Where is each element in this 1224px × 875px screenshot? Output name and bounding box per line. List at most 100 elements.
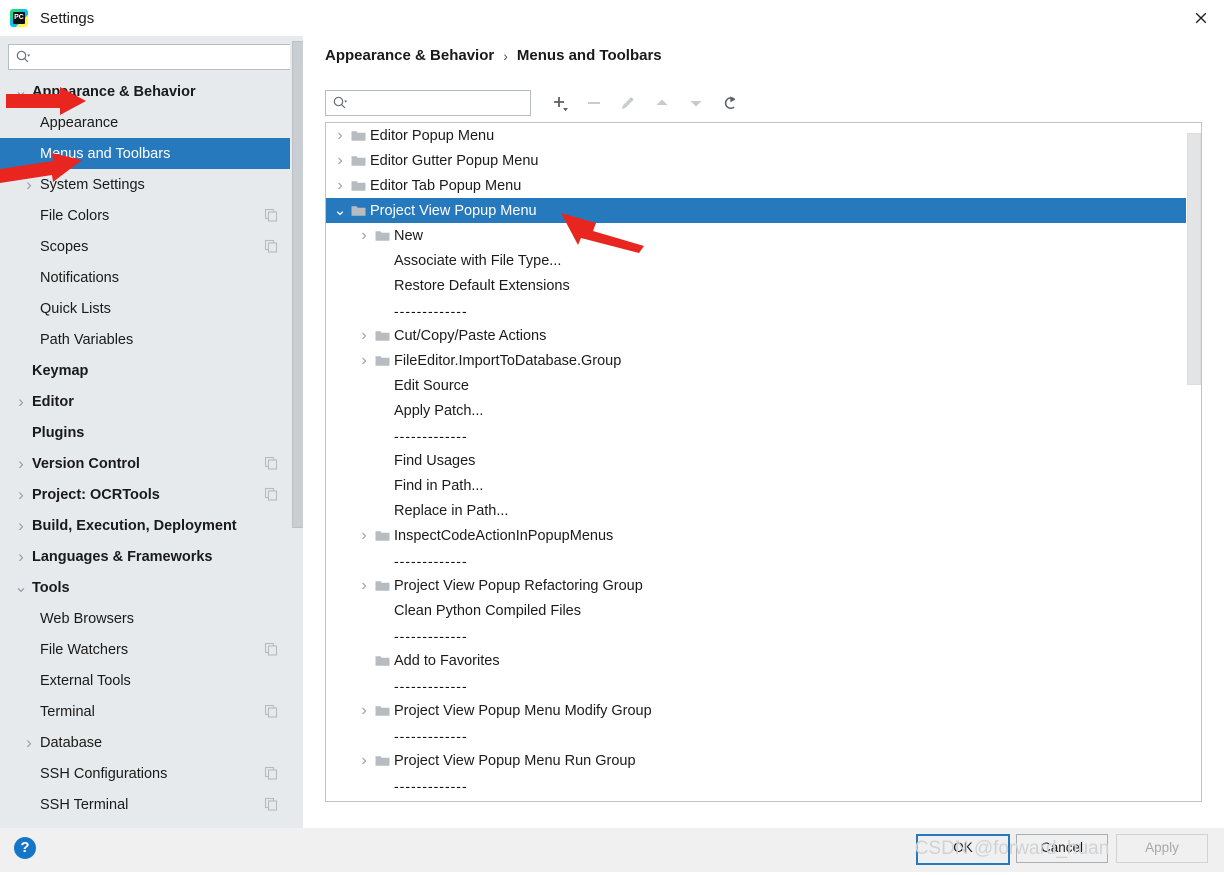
tree-row-cut-copy-paste-actions[interactable]: › Cut/Copy/Paste Actions — [326, 323, 1188, 348]
chevron-right-icon[interactable]: › — [356, 748, 372, 773]
copy-settings-icon — [264, 797, 278, 811]
tree-row-editor-popup-menu[interactable]: › Editor Popup Menu — [326, 123, 1188, 148]
sidebar-item-appearance[interactable]: Appearance — [0, 107, 290, 138]
tree-separator-row[interactable]: ------------- — [326, 298, 1188, 323]
sidebar-item-file-watchers[interactable]: File Watchers — [0, 634, 290, 665]
folder-icon — [350, 198, 366, 223]
chevron-down-icon[interactable]: ⌄ — [332, 198, 348, 223]
sidebar-item-web-browsers[interactable]: Web Browsers — [0, 603, 290, 634]
tree-row-find-in-path[interactable]: Find in Path... — [326, 473, 1188, 498]
sidebar-item-label: Keymap — [32, 362, 89, 379]
tree-row-associate-with-file-type[interactable]: Associate with File Type... — [326, 248, 1188, 273]
chevron-right-icon[interactable]: › — [332, 123, 348, 148]
tree-row-project-view-popup-menu-modify-group[interactable]: › Project View Popup Menu Modify Group — [326, 698, 1188, 723]
sidebar-item-terminal[interactable]: Terminal — [0, 696, 290, 727]
sidebar-item-external-tools[interactable]: External Tools — [0, 665, 290, 696]
sidebar-item-quick-lists[interactable]: Quick Lists — [0, 293, 290, 324]
tree-row-project-view-popup-menu-run-group[interactable]: › Project View Popup Menu Run Group — [326, 748, 1188, 773]
tree-row-find-usages[interactable]: Find Usages — [326, 448, 1188, 473]
tree-row-project-view-popup-menu[interactable]: ⌄ Project View Popup Menu — [326, 198, 1188, 223]
sidebar-item-label: Editor — [32, 393, 74, 410]
sidebar-item-project-ocrtools[interactable]: › Project: OCRTools — [0, 479, 290, 510]
sidebar-item-label: File Colors — [40, 207, 110, 224]
tree-row-inspectcodeactioninpopupmenus[interactable]: › InspectCodeActionInPopupMenus — [326, 523, 1188, 548]
tree-row-label: Editor Gutter Popup Menu — [370, 152, 539, 169]
tree-separator-row[interactable]: ------------- — [326, 773, 1188, 798]
tree-row-project-view-popup-refactoring-group[interactable]: › Project View Popup Refactoring Group — [326, 573, 1188, 598]
sidebar-item-database[interactable]: › Database — [0, 727, 290, 758]
sidebar-item-build-execution-deployment[interactable]: › Build, Execution, Deployment — [0, 510, 290, 541]
sidebar-item-plugins[interactable]: Plugins — [0, 417, 290, 448]
add-button[interactable] — [545, 89, 575, 117]
chevron-right-icon[interactable]: › — [14, 541, 28, 572]
sidebar-item-tools[interactable]: ⌄ Tools — [0, 572, 290, 603]
chevron-right-icon[interactable]: › — [356, 523, 372, 548]
cancel-button[interactable]: Cancel — [1016, 834, 1108, 863]
tree-row-label: Project View Popup Menu — [370, 202, 537, 219]
tree-row-editor-gutter-popup-menu[interactable]: › Editor Gutter Popup Menu — [326, 148, 1188, 173]
sidebar-item-system-settings[interactable]: › System Settings — [0, 169, 290, 200]
sidebar-item-editor[interactable]: › Editor — [0, 386, 290, 417]
sidebar-item-languages-frameworks[interactable]: › Languages & Frameworks — [0, 541, 290, 572]
close-icon[interactable] — [1178, 0, 1224, 36]
sidebar-item-notifications[interactable]: Notifications — [0, 262, 290, 293]
tree-scrollbar[interactable] — [1186, 124, 1201, 801]
tree-search-input[interactable] — [348, 93, 532, 113]
sidebar-item-menus-and-toolbars[interactable]: Menus and Toolbars — [0, 138, 290, 169]
tree-search-field[interactable] — [325, 90, 532, 116]
sidebar-item-keymap[interactable]: Keymap — [0, 355, 290, 386]
sidebar-item-file-colors[interactable]: File Colors — [0, 200, 290, 231]
sidebar-item-scopes[interactable]: Scopes — [0, 231, 290, 262]
menus-tree: › Editor Popup Menu › Editor Gutter Popup M… — [326, 123, 1188, 801]
sidebar-item-ssh-terminal[interactable]: SSH Terminal — [0, 789, 290, 820]
chevron-right-icon[interactable]: › — [14, 386, 28, 417]
chevron-right-icon[interactable]: › — [356, 698, 372, 723]
tree-row-editor-tab-popup-menu[interactable]: › Editor Tab Popup Menu — [326, 173, 1188, 198]
sidebar-scrollbar-thumb[interactable] — [292, 41, 303, 528]
sidebar-item-appearance-behavior[interactable]: ⌄ Appearance & Behavior — [0, 76, 290, 107]
sidebar-item-label: File Watchers — [40, 641, 129, 658]
tree-row-fileeditor-importtodatabase-group[interactable]: › FileEditor.ImportToDatabase.Group — [326, 348, 1188, 373]
tree-row-add-to-favorites[interactable]: Add to Favorites — [326, 648, 1188, 673]
chevron-right-icon[interactable]: › — [22, 727, 36, 758]
tree-scrollbar-thumb[interactable] — [1187, 133, 1201, 385]
chevron-right-icon[interactable]: › — [14, 510, 28, 541]
chevron-right-icon[interactable]: › — [356, 223, 372, 248]
tree-separator-row[interactable]: ------------- — [326, 673, 1188, 698]
sidebar-item-version-control[interactable]: › Version Control — [0, 448, 290, 479]
tree-row-replace-in-path[interactable]: Replace in Path... — [326, 498, 1188, 523]
chevron-right-icon[interactable]: › — [332, 148, 348, 173]
chevron-right-icon[interactable]: › — [356, 323, 372, 348]
help-button[interactable]: ? — [14, 837, 36, 859]
chevron-right-icon[interactable]: › — [22, 169, 36, 200]
ok-button[interactable]: OK — [916, 834, 1010, 865]
chevron-right-icon[interactable]: › — [332, 173, 348, 198]
chevron-down-icon[interactable]: ⌄ — [14, 572, 28, 603]
sidebar-item-path-variables[interactable]: Path Variables — [0, 324, 290, 355]
search-input[interactable] — [31, 47, 294, 67]
chevron-right-icon[interactable]: › — [356, 348, 372, 373]
tree-separator-label: ------------- — [394, 552, 468, 569]
breadcrumb-parent[interactable]: Appearance & Behavior — [325, 47, 494, 64]
tree-row-apply-patch[interactable]: Apply Patch... — [326, 398, 1188, 423]
folder-icon — [374, 698, 390, 723]
tree-row-new[interactable]: › New — [326, 223, 1188, 248]
sidebar-scrollbar[interactable] — [290, 36, 303, 828]
tree-separator-row[interactable]: ------------- — [326, 723, 1188, 748]
chevron-down-icon[interactable]: ⌄ — [14, 76, 28, 107]
chevron-right-icon[interactable]: › — [14, 479, 28, 510]
tree-separator-row[interactable]: ------------- — [326, 423, 1188, 448]
tree-row-label: Editor Tab Popup Menu — [370, 177, 522, 194]
tree-separator-row[interactable]: ------------- — [326, 623, 1188, 648]
chevron-right-icon[interactable]: › — [356, 573, 372, 598]
sidebar-search-wrapper — [0, 36, 303, 76]
tree-row-edit-source[interactable]: Edit Source — [326, 373, 1188, 398]
pycharm-icon: PC — [10, 9, 28, 27]
tree-separator-row[interactable]: ------------- — [326, 548, 1188, 573]
sidebar-item-ssh-configurations[interactable]: SSH Configurations — [0, 758, 290, 789]
tree-row-clean-python-compiled-files[interactable]: Clean Python Compiled Files — [326, 598, 1188, 623]
tree-row-restore-default-extensions[interactable]: Restore Default Extensions — [326, 273, 1188, 298]
revert-icon[interactable] — [715, 89, 745, 117]
sidebar-search-field[interactable] — [8, 44, 295, 70]
chevron-right-icon[interactable]: › — [14, 448, 28, 479]
